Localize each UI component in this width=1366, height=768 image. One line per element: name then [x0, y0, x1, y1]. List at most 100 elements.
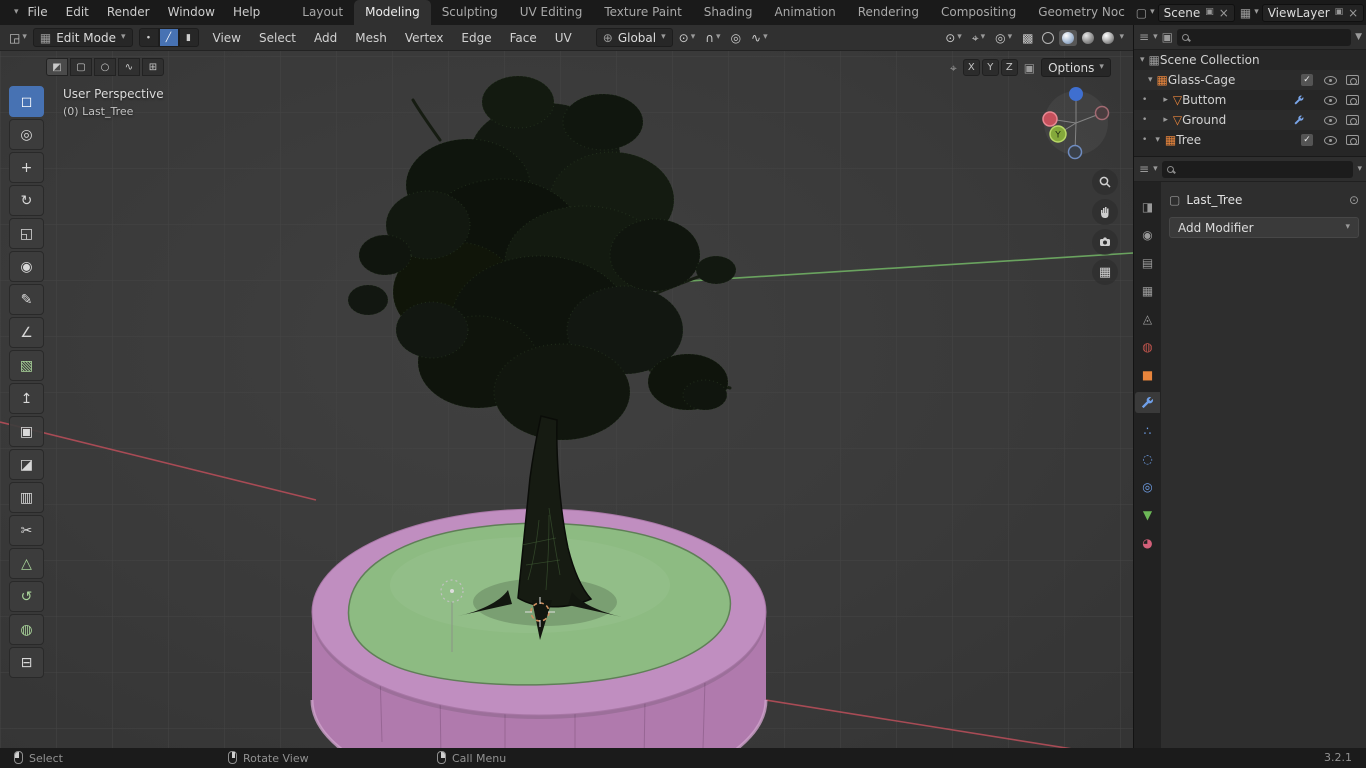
menu-uv[interactable]: UV — [547, 31, 580, 45]
gizmo-x-axis[interactable] — [1043, 112, 1057, 126]
options-dropdown[interactable]: Options ▾ — [1041, 58, 1111, 77]
shading-rendered-button[interactable] — [1099, 30, 1117, 46]
hide-eye-icon[interactable] — [1324, 96, 1337, 105]
menu-mesh[interactable]: Mesh — [347, 31, 395, 45]
pan-button[interactable] — [1092, 199, 1118, 225]
tool-scale[interactable]: ◱ — [9, 218, 44, 249]
toggle-xray-button[interactable]: ▩ — [1018, 31, 1037, 45]
disclosure-icon[interactable]: ▾ — [1148, 76, 1153, 85]
face-select-button[interactable]: ▮ — [179, 28, 199, 47]
outliner-editor-icon[interactable]: ≡ — [1139, 31, 1149, 43]
workspace-tab-uv-editing[interactable]: UV Editing — [509, 0, 594, 25]
shading-material-button[interactable] — [1079, 30, 1097, 46]
viewlayer-icon[interactable]: ▦ — [1240, 7, 1251, 19]
exclude-checkbox[interactable]: ✓ — [1301, 134, 1313, 146]
render-camera-icon[interactable] — [1346, 75, 1359, 85]
properties-tab-physics[interactable]: ◌ — [1135, 448, 1160, 469]
properties-editor-icon[interactable]: ≡ — [1139, 163, 1149, 175]
orientation-dropdown[interactable]: ⊕ Global ▾ — [596, 28, 673, 47]
new-scene-icon[interactable]: ▣ — [1205, 8, 1214, 17]
tool-extrude-region[interactable]: ↥ — [9, 383, 44, 414]
scene-chevron-down-icon[interactable]: ▾ — [1150, 8, 1155, 17]
select-tweak-button[interactable]: ◩ — [46, 58, 68, 76]
disclosure-icon[interactable]: ▾ — [1155, 136, 1160, 145]
falloff-button[interactable]: ∿ ▾ — [747, 31, 772, 45]
show-gizmo-button[interactable]: ⌖ ▾ — [968, 31, 989, 45]
chevron-down-icon[interactable]: ▾ — [1153, 33, 1158, 42]
render-camera-icon[interactable] — [1346, 95, 1359, 105]
show-overlays-button[interactable]: ◎ ▾ — [991, 31, 1016, 45]
mirror-z-button[interactable]: Z — [1001, 59, 1018, 76]
shading-chevron-down-icon[interactable]: ▾ — [1119, 33, 1124, 42]
zoom-button[interactable] — [1092, 169, 1118, 195]
properties-tab-world[interactable]: ◍ — [1135, 336, 1160, 357]
hide-eye-icon[interactable] — [1324, 136, 1337, 145]
tool-knife[interactable]: ✂ — [9, 515, 44, 546]
properties-search-input[interactable] — [1179, 163, 1349, 176]
disclosure-icon[interactable]: ▾ — [1140, 56, 1145, 65]
properties-options-chevron-icon[interactable]: ▾ — [1357, 165, 1362, 174]
render-camera-icon[interactable] — [1346, 135, 1359, 145]
disclosure-icon[interactable]: ▸ — [1163, 116, 1168, 125]
properties-tab-view-layer[interactable]: ▦ — [1135, 280, 1160, 301]
gizmo-z-axis[interactable] — [1069, 87, 1083, 101]
menu-face[interactable]: Face — [502, 31, 545, 45]
workspace-tab-rendering[interactable]: Rendering — [847, 0, 930, 25]
gizmo-z-neg-axis[interactable] — [1069, 146, 1082, 159]
properties-tab-constraints[interactable]: ◎ — [1135, 476, 1160, 497]
snap-settings-icon[interactable]: ▣ — [1024, 62, 1035, 74]
modifier-wrench-icon[interactable] — [1293, 114, 1305, 126]
outliner-row-buttom[interactable]: • ▸ ▽ Buttom — [1134, 90, 1366, 110]
workspace-tab-compositing[interactable]: Compositing — [930, 0, 1027, 25]
vertex-select-button[interactable]: ∙ — [139, 28, 159, 47]
properties-tab-modifiers[interactable] — [1135, 392, 1160, 413]
snap-button[interactable]: ∩ ▾ — [701, 31, 724, 45]
show-visibility-button[interactable]: ⊙ ▾ — [941, 31, 966, 45]
select-circle-button[interactable]: ○ — [94, 58, 116, 76]
menu-select[interactable]: Select — [251, 31, 304, 45]
scene-field[interactable]: Scene ▣ × — [1158, 4, 1235, 22]
viewlayer-chevron-down-icon[interactable]: ▾ — [1254, 8, 1259, 17]
tool-smooth[interactable]: ◍ — [9, 614, 44, 645]
tool-measure[interactable]: ∠ — [9, 317, 44, 348]
gizmo-x-neg-axis[interactable] — [1096, 107, 1109, 120]
workspace-tab-layout[interactable]: Layout — [291, 0, 354, 25]
hide-eye-icon[interactable] — [1324, 76, 1337, 85]
outliner-row-ground[interactable]: • ▸ ▽ Ground — [1134, 110, 1366, 130]
outliner-filter-funnel-icon[interactable]: ▼ — [1355, 33, 1362, 42]
display-mode-icon[interactable]: ▣ — [1162, 31, 1173, 43]
select-lasso-button[interactable]: ∿ — [118, 58, 140, 76]
workspace-tab-geometry-nodes[interactable]: Geometry Noc — [1027, 0, 1136, 25]
menu-vertex[interactable]: Vertex — [397, 31, 452, 45]
editor-type-button[interactable]: ◲ ▾ — [5, 31, 31, 45]
menu-add[interactable]: Add — [306, 31, 345, 45]
tool-annotate[interactable]: ✎ — [9, 284, 44, 315]
menu-view[interactable]: View — [205, 31, 249, 45]
outliner-row-tree[interactable]: • ▾ ▦ Tree ✓ — [1134, 130, 1366, 150]
menu-window[interactable]: Window — [159, 0, 224, 25]
menu-file[interactable]: File — [19, 0, 57, 25]
remove-viewlayer-icon[interactable]: × — [1348, 7, 1358, 19]
tool-bevel[interactable]: ◪ — [9, 449, 44, 480]
select-box-variant-button[interactable]: ▢ — [70, 58, 92, 76]
shading-solid-button[interactable] — [1059, 30, 1077, 46]
disclosure-icon[interactable]: ▸ — [1163, 96, 1168, 105]
properties-tab-output[interactable]: ▤ — [1135, 252, 1160, 273]
camera-view-button[interactable] — [1092, 229, 1118, 255]
tool-select-box[interactable]: ◻ — [9, 86, 44, 117]
pin-icon[interactable]: ⊙ — [1349, 194, 1359, 206]
tool-edge-slide[interactable]: ⊟ — [9, 647, 44, 678]
modifier-wrench-icon[interactable] — [1293, 94, 1305, 106]
mode-dropdown[interactable]: ▦ Edit Mode ▾ — [33, 28, 133, 47]
edge-select-button[interactable]: ╱ — [159, 28, 179, 47]
tool-add-cube[interactable]: ▧ — [9, 350, 44, 381]
properties-tab-object-data[interactable]: ▼ — [1135, 504, 1160, 525]
add-modifier-button[interactable]: Add Modifier ▾ — [1169, 217, 1359, 238]
workspace-tab-shading[interactable]: Shading — [693, 0, 764, 25]
shading-wireframe-button[interactable] — [1039, 30, 1057, 46]
navigation-gizmo[interactable]: Y — [1040, 82, 1116, 166]
tool-poly-build[interactable]: △ — [9, 548, 44, 579]
menu-help[interactable]: Help — [224, 0, 269, 25]
outliner-row-scene-collection[interactable]: ▾ ▦ Scene Collection — [1134, 50, 1366, 70]
menu-edit[interactable]: Edit — [57, 0, 98, 25]
